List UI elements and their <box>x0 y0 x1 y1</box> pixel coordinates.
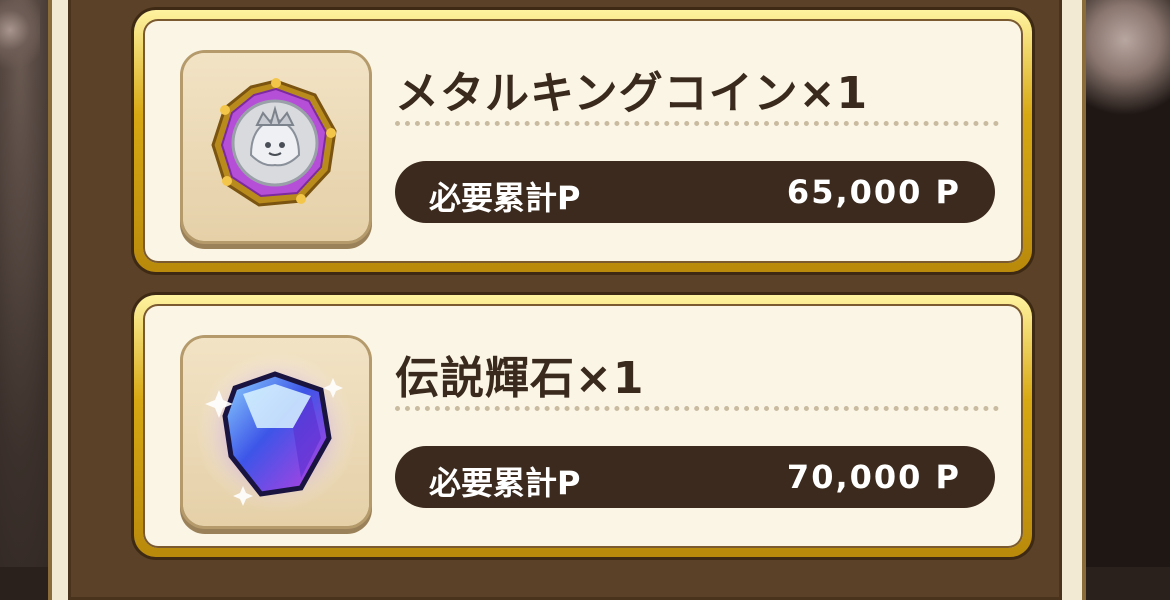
reward-card-body: 伝説輝石×1 必要累計P 70,000 P <box>143 304 1023 548</box>
reward-card[interactable]: 伝説輝石×1 必要累計P 70,000 P <box>134 295 1032 557</box>
reward-icon-frame <box>183 53 369 241</box>
reward-card-body: メタルキングコイン×1 必要累計P 65,000 P <box>143 19 1023 263</box>
divider <box>395 121 999 126</box>
metal-king-coin-icon <box>211 78 337 207</box>
reward-icon-frame <box>183 338 369 526</box>
requirement-value: 70,000 P <box>786 458 961 496</box>
requirement-value: 65,000 P <box>786 173 961 211</box>
background-decoration-left <box>0 0 40 80</box>
reward-card[interactable]: メタルキングコイン×1 必要累計P 65,000 P <box>134 10 1032 272</box>
divider <box>395 406 999 411</box>
reward-name: 伝説輝石×1 <box>395 353 645 404</box>
requirement-bar: 必要累計P 65,000 P <box>395 161 995 223</box>
legendary-gem-icon <box>196 352 356 512</box>
requirement-label: 必要累計P <box>429 464 581 502</box>
requirement-bar: 必要累計P 70,000 P <box>395 446 995 508</box>
requirement-label: 必要累計P <box>429 179 581 217</box>
reward-name: メタルキングコイン×1 <box>395 68 869 119</box>
